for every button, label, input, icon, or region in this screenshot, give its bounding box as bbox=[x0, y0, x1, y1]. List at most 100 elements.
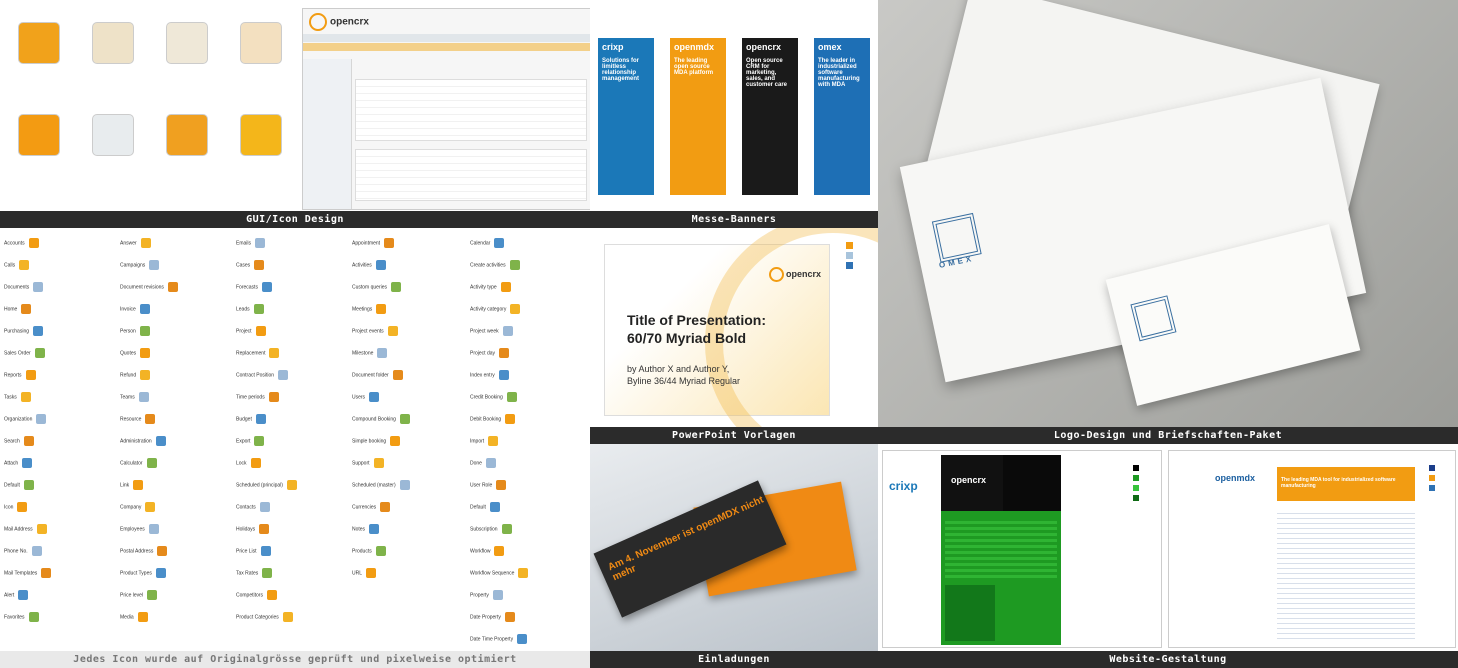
icon-list-item: Property bbox=[470, 590, 503, 600]
gui-icon-tile bbox=[232, 112, 286, 158]
icon-list-label: Product Types bbox=[120, 570, 152, 577]
gui-icon-design-tile[interactable]: opencrx GUI/Icon Design bbox=[0, 0, 590, 228]
list-icon bbox=[28, 612, 39, 622]
icon-list-label: Workflow bbox=[470, 548, 491, 555]
gui-icon-tile bbox=[10, 112, 64, 158]
messe-banner: crixp Solutions for limitless relationshi… bbox=[598, 38, 654, 195]
icon-list-item: Documents bbox=[4, 282, 44, 292]
icon-list-item: Attach bbox=[4, 458, 33, 468]
gui-icon-tile bbox=[84, 112, 138, 158]
list-icon bbox=[501, 524, 512, 534]
icon-list-item: Products bbox=[352, 546, 386, 556]
icon-list-label: Custom queries bbox=[352, 284, 388, 291]
icon-list-label: Mail Address bbox=[4, 526, 33, 533]
icon-list-item: Lock bbox=[236, 458, 261, 468]
icon-list-label: Simple booking bbox=[352, 438, 387, 445]
crm-grid-2 bbox=[355, 149, 587, 201]
list-icon bbox=[366, 568, 377, 578]
icon-list-label: Subscription bbox=[470, 526, 498, 533]
icon-list-label: Accounts bbox=[4, 240, 25, 247]
banner-text: Open source CRM for marketing, sales, an… bbox=[746, 58, 788, 88]
icon-list-item: Person bbox=[120, 326, 150, 336]
gui-icon-tile bbox=[158, 20, 212, 66]
icon-list-label: Calculator bbox=[120, 460, 143, 467]
icon-list-item: Postal Address bbox=[120, 546, 168, 556]
list-icon bbox=[375, 546, 386, 556]
gui-icon-tile bbox=[158, 112, 212, 158]
icon-list-label: Products bbox=[352, 548, 372, 555]
icon-list-label: Documents bbox=[4, 284, 30, 291]
icon-list-item: Debit Booking bbox=[470, 414, 516, 424]
list-icon bbox=[33, 282, 44, 292]
list-icon bbox=[399, 480, 410, 490]
icon-list-item: Answer bbox=[120, 238, 151, 248]
crm-screenshot: opencrx bbox=[302, 8, 590, 210]
icon-list-item: Favorites bbox=[4, 612, 39, 622]
icon-list-label: Administration bbox=[120, 438, 152, 445]
icon-list-label: Debit Booking bbox=[470, 416, 502, 423]
icon-list-label: Price List bbox=[236, 548, 257, 555]
icon-list-label: Purchasing bbox=[4, 328, 30, 335]
icon-list-item: Calls bbox=[4, 260, 30, 270]
icon-list-label: Time periods bbox=[236, 394, 265, 401]
icon-list-item: Index entry bbox=[470, 370, 509, 380]
gui-icon bbox=[166, 22, 208, 64]
list-icon bbox=[138, 392, 149, 402]
list-icon bbox=[145, 414, 156, 424]
messe-banners-tile[interactable]: crixp Solutions for limitless relationshi… bbox=[590, 0, 878, 228]
icon-list-label: Icon bbox=[4, 504, 14, 511]
icon-list-item: Workflow bbox=[470, 546, 505, 556]
ppt-swatches bbox=[846, 242, 853, 269]
icon-list-label: Export bbox=[236, 438, 251, 445]
list-icon bbox=[492, 590, 503, 600]
icon-list-item: Tasks bbox=[4, 392, 31, 402]
caption-powerpoint: PowerPoint Vorlagen bbox=[590, 427, 878, 444]
list-icon bbox=[517, 634, 528, 644]
icon-list-label: Compound Booking bbox=[352, 416, 396, 423]
icon-list-item: Custom queries bbox=[352, 282, 402, 292]
icon-list-label: Date Property bbox=[470, 614, 501, 621]
list-icon bbox=[36, 524, 47, 534]
icon-list-label: Postal Address bbox=[120, 548, 154, 555]
icon-list-item: Date Time Property bbox=[470, 634, 528, 644]
icon-list-label: Workflow Sequence bbox=[470, 570, 515, 577]
ppt-byline: by Author X and Author Y, Byline 36/44 My… bbox=[627, 364, 741, 386]
icon-list-label: Project bbox=[236, 328, 252, 335]
icon-list-item: Scheduled (master) bbox=[352, 480, 410, 490]
caption-logo-design: Logo-Design und Briefschaften-Paket bbox=[878, 427, 1458, 444]
list-icon bbox=[139, 304, 150, 314]
icon-list-item: Icon bbox=[4, 502, 28, 512]
list-icon bbox=[31, 546, 42, 556]
icon-list-label: Product Categories bbox=[236, 614, 279, 621]
icon-list-label: Reports bbox=[4, 372, 22, 379]
list-icon bbox=[509, 260, 520, 270]
icon-list-label: Users bbox=[352, 394, 366, 401]
icon-list-label: Cases bbox=[236, 262, 251, 269]
icon-list-label: URL bbox=[352, 570, 363, 577]
icon-list-item: Project week bbox=[470, 326, 513, 336]
icon-list-item: Date Property bbox=[470, 612, 515, 622]
icon-list-label: Holidays bbox=[236, 526, 256, 533]
gui-icon-tile bbox=[10, 20, 64, 66]
icon-list-label: Property bbox=[470, 592, 489, 599]
icon-list-label: Favorites bbox=[4, 614, 25, 621]
icon-list-label: Scheduled (principal) bbox=[236, 482, 283, 489]
list-icon bbox=[373, 458, 384, 468]
icon-list-label: Index entry bbox=[470, 372, 495, 379]
icon-list-label: Currencies bbox=[352, 504, 377, 511]
icon-list-tile[interactable]: Accounts Calls Documents Home Purchasing Sale… bbox=[0, 228, 590, 668]
icon-list-item: Simple booking bbox=[352, 436, 401, 446]
list-icon bbox=[376, 304, 387, 314]
invitations-tile[interactable]: Am 4. November ist openMDX nicht mehr Ei… bbox=[590, 444, 878, 668]
banner-logo: omex bbox=[818, 42, 842, 52]
banner-logo: crixp bbox=[602, 42, 624, 52]
logo-design-tile[interactable]: OMEX Logo-Design und Briefschaften-Paket bbox=[878, 0, 1458, 444]
powerpoint-tile[interactable]: opencrx Title of Presentation: 60/70 Myri… bbox=[590, 228, 878, 444]
list-icon bbox=[250, 458, 261, 468]
icon-list-item: Employees bbox=[120, 524, 159, 534]
icon-list-item: Project bbox=[236, 326, 266, 336]
icon-list-item: Default bbox=[470, 502, 500, 512]
icon-list-item: Invoice bbox=[120, 304, 150, 314]
icon-list-item: Tax Rates bbox=[236, 568, 273, 578]
website-tile[interactable]: crixp opencrx openmdx The leading MDA to… bbox=[878, 444, 1458, 668]
